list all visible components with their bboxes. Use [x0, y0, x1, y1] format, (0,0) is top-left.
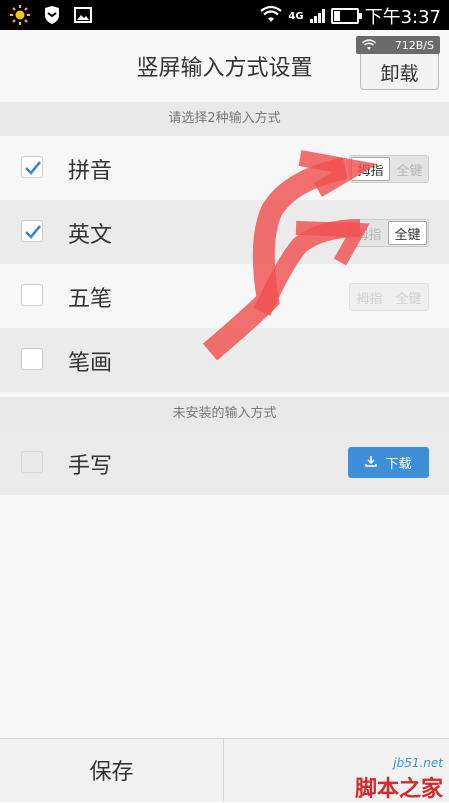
toggle-full-option: 全键 [395, 291, 422, 307]
bottom-bar: 保存 jb51.net 脚本之家 [0, 738, 449, 802]
method-label: 五笔 [68, 287, 113, 312]
status-bar: 4G 下午3:37 [0, 0, 449, 30]
shield-icon [44, 6, 60, 28]
save-button[interactable]: 保存 [0, 739, 224, 801]
network-type: 4G [288, 10, 304, 22]
toggle-full-option[interactable]: 全键 [391, 156, 428, 182]
method-label: 拼音 [68, 159, 113, 184]
image-icon [74, 7, 92, 27]
toggle-full-option[interactable]: 全键 [388, 221, 427, 245]
checkbox-pinyin[interactable] [21, 156, 43, 178]
uninstall-button[interactable]: 卸载 [360, 50, 439, 90]
toggle-thumb-option[interactable]: 拇指 [350, 220, 387, 246]
wifi-icon [260, 5, 283, 28]
battery-icon [330, 8, 362, 24]
layout-toggle-pinyin[interactable]: 拇指 全键 [349, 155, 429, 183]
checkbox-wubi[interactable] [21, 284, 43, 306]
toggle-thumb-option: 拇指 [356, 291, 383, 307]
checkbox-stroke[interactable] [21, 348, 43, 370]
method-row-wubi[interactable]: 五笔 拇指 全键 [0, 264, 449, 328]
watermark-text: 脚本之家 [354, 777, 443, 802]
method-label: 英文 [68, 223, 113, 248]
brightness-icon [10, 5, 30, 29]
speed-text: 712B/S [394, 38, 434, 52]
checkbox-english[interactable] [21, 220, 43, 242]
method-row-stroke[interactable]: 笔画 [0, 328, 449, 392]
method-label: 手写 [68, 454, 113, 479]
uninstalled-row-handwriting: 手写 下载 [0, 431, 449, 495]
download-label: 下载 [385, 457, 412, 472]
clock: 下午3:37 [364, 7, 441, 28]
wifi-small-icon [362, 39, 376, 54]
layout-toggle-english[interactable]: 拇指 全键 [349, 219, 429, 247]
checkbox-handwriting [21, 451, 43, 473]
download-button[interactable]: 下载 [348, 447, 429, 478]
layout-toggle-wubi: 拇指 全键 [349, 283, 429, 311]
method-label: 笔画 [68, 351, 113, 376]
section-header-not-installed: 未安装的输入方式 [0, 397, 449, 431]
network-speed-badge: 712B/S [356, 36, 440, 54]
toggle-thumb-option[interactable]: 拇指 [351, 157, 390, 181]
section-header-choose: 请选择2种输入方式 [0, 102, 449, 136]
watermark-url: jb51.net [393, 756, 443, 770]
download-icon [365, 455, 378, 471]
signal-icon [309, 9, 325, 23]
method-row-pinyin[interactable]: 拼音 拇指 全键 [0, 136, 449, 200]
watermark: jb51.net 脚本之家 [299, 739, 449, 802]
method-row-english[interactable]: 英文 拇指 全键 [0, 200, 449, 264]
